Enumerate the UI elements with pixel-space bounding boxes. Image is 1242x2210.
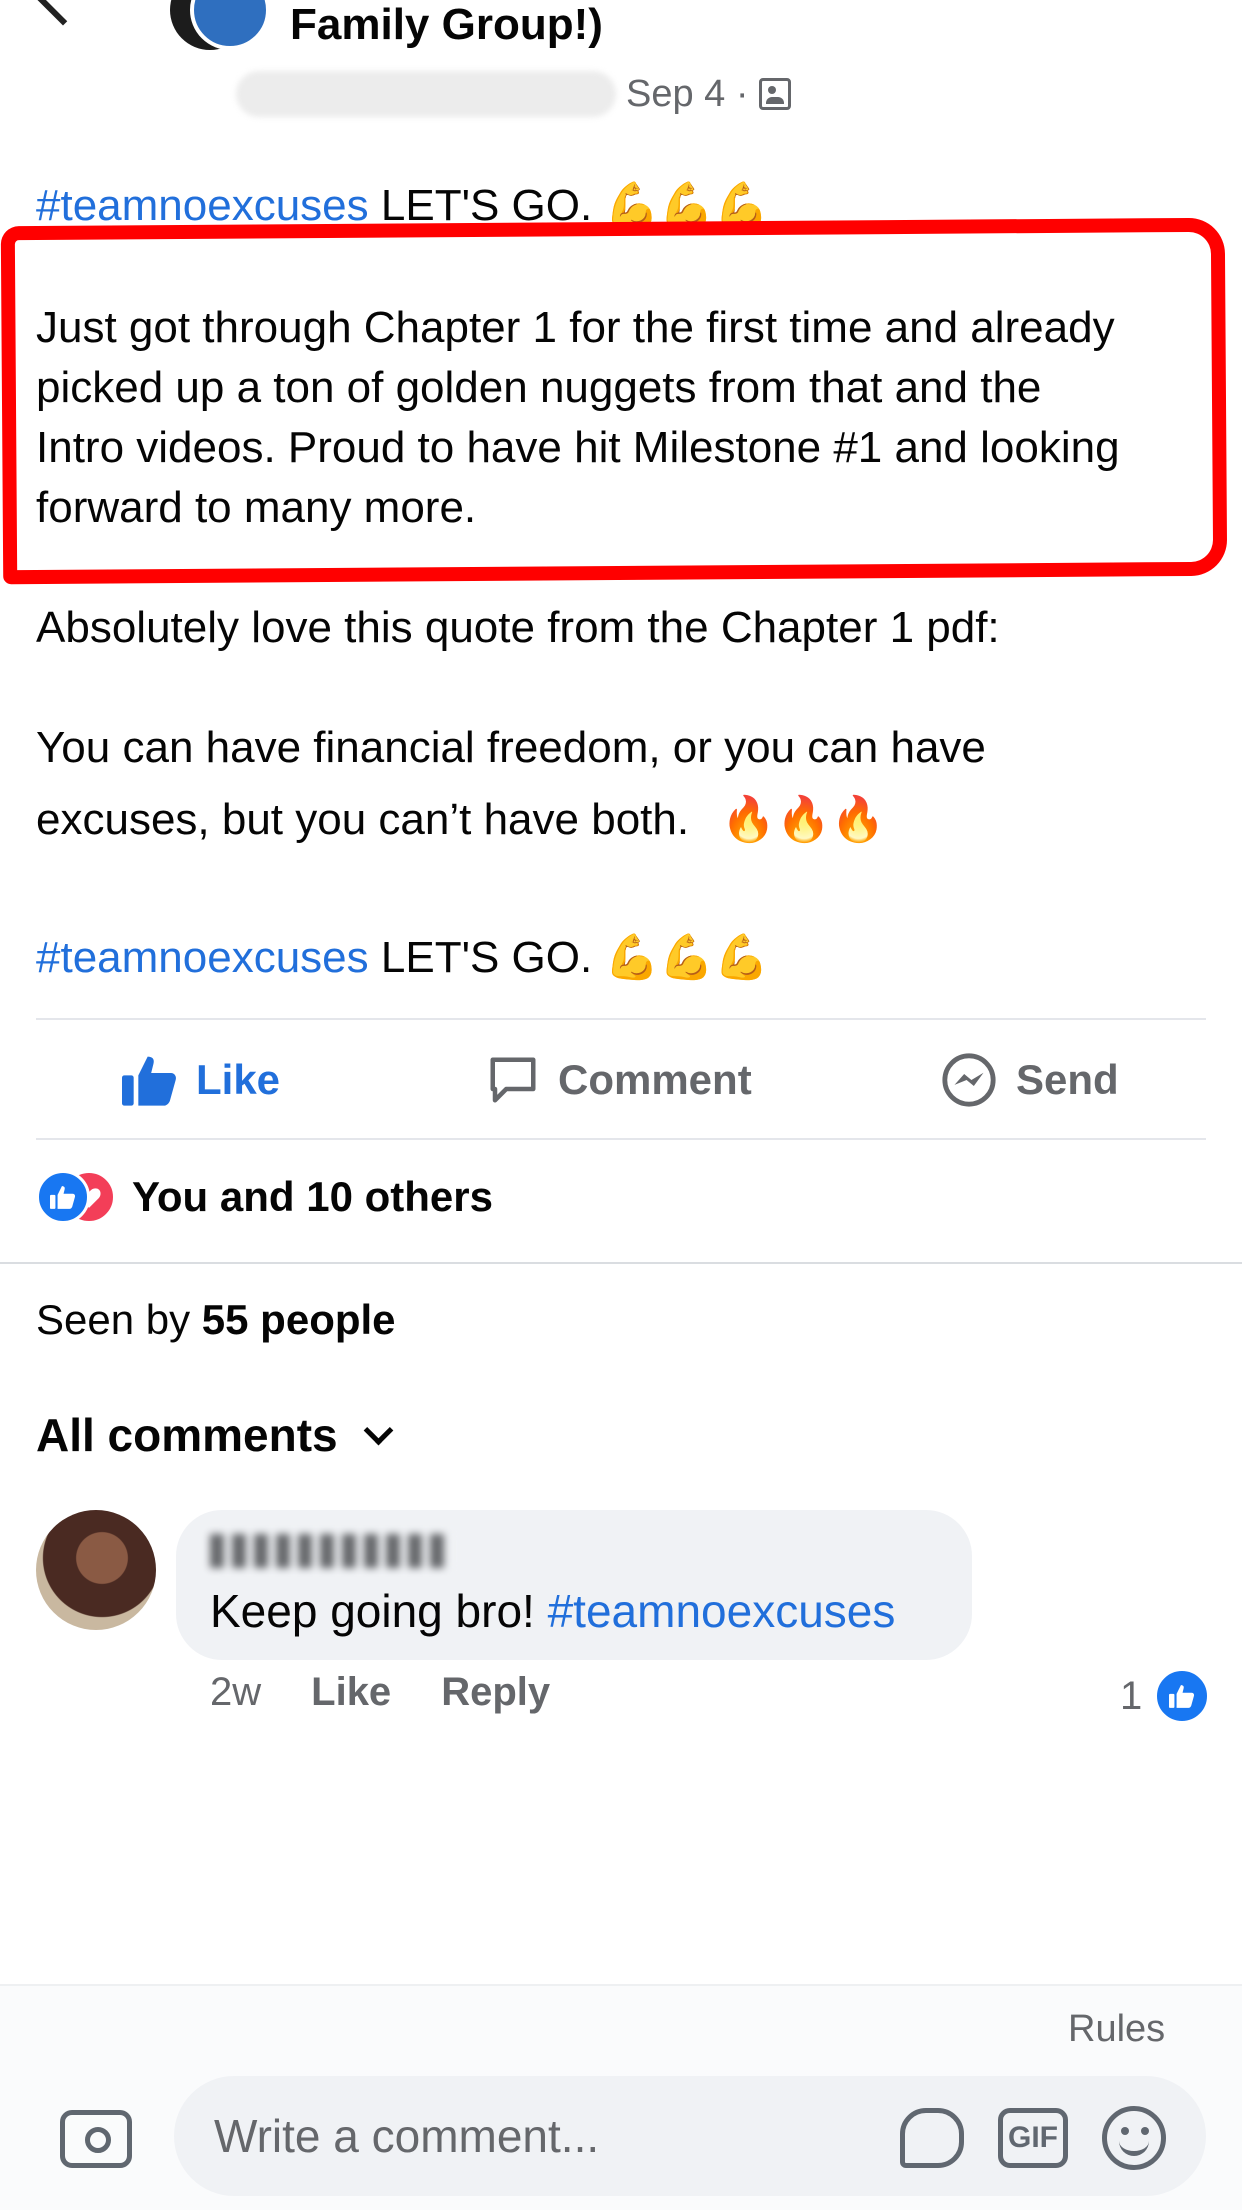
fire-emoji-icon: 🔥🔥🔥	[721, 794, 886, 845]
rules-link[interactable]: Rules	[1068, 2008, 1165, 2051]
post-date[interactable]: Sep 4 ·	[626, 73, 749, 116]
emoji-icon[interactable]	[1102, 2106, 1166, 2170]
divider	[36, 1138, 1206, 1140]
reactions-summary[interactable]: You and 10 others	[36, 1170, 493, 1224]
comment-body: Keep going bro!	[210, 1585, 535, 1637]
reactions-text: You and 10 others	[132, 1173, 493, 1220]
comment-reply-button[interactable]: Reply	[441, 1670, 550, 1715]
reaction-icons	[36, 1170, 116, 1224]
all-comments-dropdown[interactable]: All comments	[36, 1408, 393, 1462]
post-text-line: forward to many more.	[36, 483, 477, 532]
chevron-down-icon	[363, 1415, 393, 1445]
comment-label: Comment	[558, 1056, 752, 1103]
sticker-icon[interactable]	[900, 2108, 964, 2168]
comment-input-container: GIF	[174, 2076, 1206, 2196]
comment-like-button[interactable]: Like	[311, 1670, 391, 1715]
comment-input[interactable]	[212, 2108, 816, 2164]
lets-go-text: LET'S GO.	[380, 933, 593, 982]
thumbs-up-icon	[122, 1056, 176, 1106]
send-label: Send	[1016, 1056, 1119, 1103]
camera-icon[interactable]	[60, 2110, 132, 2168]
quote-line: excuses, but you can’t have both.	[36, 795, 690, 844]
hashtag-link[interactable]: #teamnoexcuses	[36, 181, 369, 230]
comment-hashtag-link[interactable]: #teamnoexcuses	[548, 1585, 896, 1637]
comment-like-count[interactable]: 1	[1120, 1668, 1211, 1724]
messenger-icon	[942, 1053, 996, 1107]
comment-bubble-icon	[490, 1057, 536, 1103]
hashtag-link[interactable]: #teamnoexcuses	[36, 933, 369, 982]
redacted-commenter-name	[210, 1534, 450, 1568]
comment-actions: 2w Like Reply	[210, 1670, 550, 1715]
all-comments-label: All comments	[36, 1409, 338, 1461]
back-arrow-icon[interactable]	[30, 0, 96, 26]
group-audience-icon	[758, 78, 791, 110]
comment-like-number: 1	[1120, 1673, 1143, 1718]
seen-count: 55 people	[201, 1296, 396, 1343]
post-hashtag-line-bottom: #teamnoexcuses LET'S GO. 💪💪💪	[36, 928, 769, 988]
section-divider	[0, 1262, 1242, 1264]
gif-button[interactable]: GIF	[998, 2108, 1068, 2168]
seen-prefix: Seen by	[36, 1296, 191, 1343]
post-text-line: Just got through Chapter 1 for the first…	[36, 303, 1115, 352]
like-label: Like	[196, 1056, 281, 1103]
flex-emoji-icon: 💪💪💪	[604, 932, 769, 983]
author-avatar[interactable]	[190, 0, 270, 50]
like-reaction-icon	[1154, 1668, 1211, 1724]
like-button[interactable]: Like	[122, 1046, 280, 1114]
seen-by[interactable]: Seen by 55 people	[36, 1296, 396, 1344]
comment-text: Keep going bro! #teamnoexcuses	[210, 1584, 895, 1638]
divider	[36, 1018, 1206, 1020]
comment-button[interactable]: Comment	[486, 1046, 752, 1114]
quote-line: You can have financial freedom, or you c…	[36, 723, 986, 772]
post-text-line: Intro videos. Proud to have hit Mileston…	[36, 423, 1120, 472]
commenter-avatar[interactable]	[36, 1510, 156, 1630]
group-title[interactable]: Family Group!)	[290, 0, 603, 50]
post-text-line: picked up a ton of golden nuggets from t…	[36, 363, 1042, 412]
send-button[interactable]: Send	[940, 1046, 1119, 1114]
composer-icons: GIF	[900, 2106, 1166, 2170]
like-reaction-icon	[36, 1170, 90, 1224]
quote-intro: Absolutely love this quote from the Chap…	[36, 603, 1000, 652]
comment-time: 2w	[210, 1670, 262, 1714]
post-meta: Sep 4 ·	[236, 64, 791, 124]
quote-line-with-fire: excuses, but you can’t have both. 🔥🔥🔥	[36, 790, 886, 850]
redacted-author-name	[236, 71, 616, 117]
